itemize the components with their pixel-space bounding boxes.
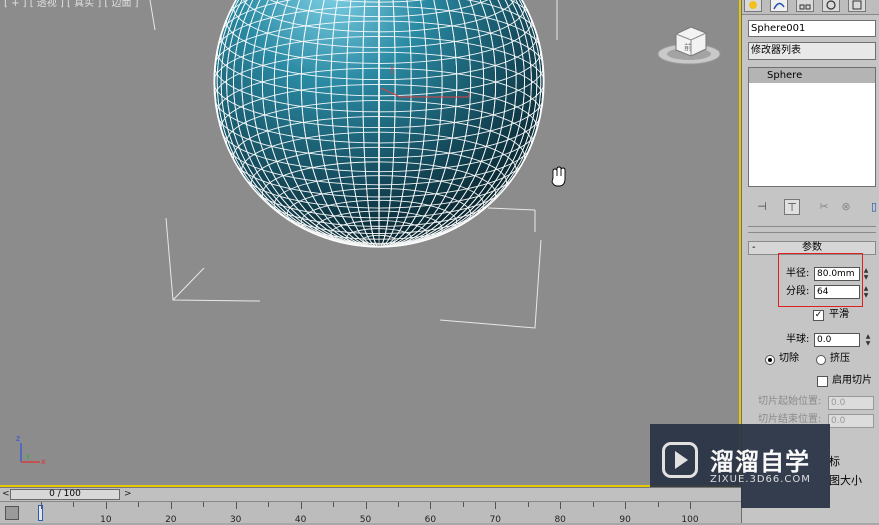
hemisphere-label: 半球: bbox=[786, 334, 810, 345]
chop-label: 切除 bbox=[779, 353, 799, 364]
frame-tick-label: 70 bbox=[489, 515, 502, 525]
frame-tick-label: 100 bbox=[681, 515, 699, 525]
rollout-title: 参数 bbox=[802, 242, 822, 253]
svg-text:z: z bbox=[16, 434, 20, 443]
frame-tick bbox=[527, 502, 529, 507]
panel-divider bbox=[748, 232, 876, 233]
slice-from-input[interactable]: 0.0 bbox=[828, 396, 874, 410]
hemisphere-spinner[interactable]: ▲ ▼ bbox=[864, 333, 872, 347]
hemisphere-input[interactable]: 0.0 bbox=[814, 333, 860, 347]
modifier-list-dropdown[interactable]: 修改器列表 bbox=[748, 42, 876, 60]
make-unique-icon[interactable]: ✂ bbox=[816, 199, 832, 215]
display-tab-icon[interactable] bbox=[848, 0, 866, 12]
frame-tick bbox=[333, 502, 335, 507]
frame-tick bbox=[690, 502, 691, 509]
frame-tick bbox=[365, 502, 367, 509]
frame-tick bbox=[625, 502, 627, 509]
svg-text:x: x bbox=[41, 457, 46, 466]
motion-tab-icon[interactable] bbox=[822, 0, 840, 12]
watermark-title: 溜溜自学 bbox=[710, 448, 810, 476]
rollout-toggle[interactable]: - bbox=[752, 242, 756, 254]
frame-tick-label: 40 bbox=[294, 515, 307, 525]
frame-tick bbox=[560, 502, 562, 509]
frame-tick bbox=[462, 502, 464, 507]
frame-tick-label: 20 bbox=[165, 515, 177, 525]
viewport-scene: 前 z x y bbox=[16, 0, 721, 466]
frame-tick-label: 10 bbox=[100, 515, 112, 525]
command-panel-tabs bbox=[742, 0, 879, 15]
remove-modifier-icon[interactable]: ⊗ bbox=[838, 199, 854, 215]
hierarchy-tab-icon[interactable] bbox=[796, 0, 814, 12]
frame-tick bbox=[73, 502, 75, 507]
svg-text:y: y bbox=[26, 452, 30, 460]
frame-tick-label: 50 bbox=[359, 515, 372, 525]
frame-tick bbox=[300, 502, 302, 509]
squash-radio[interactable] bbox=[816, 355, 826, 365]
smooth-checkbox[interactable]: ✓ bbox=[813, 310, 824, 321]
frame-tick-label: 90 bbox=[619, 515, 631, 525]
xyz-axis-tripod-icon: z x y bbox=[16, 434, 46, 466]
create-tab-icon[interactable] bbox=[744, 0, 762, 12]
frame-tick bbox=[138, 502, 140, 507]
viewcube-icon[interactable]: 前 bbox=[657, 26, 721, 65]
slice-from-label: 切片起始位置: bbox=[758, 396, 822, 407]
modifier-stack-item-sphere[interactable]: Sphere bbox=[749, 68, 875, 83]
frame-tick bbox=[657, 502, 659, 507]
slice-on-checkbox[interactable] bbox=[817, 376, 828, 387]
modify-tab-icon[interactable] bbox=[770, 0, 788, 12]
frame-tick bbox=[592, 502, 594, 507]
segments-input[interactable]: 64 bbox=[814, 285, 860, 299]
key-filter-icon[interactable] bbox=[5, 506, 19, 520]
segments-label: 分段: bbox=[786, 286, 810, 297]
radius-label: 半径: bbox=[786, 268, 810, 279]
frame-tick bbox=[397, 502, 399, 507]
time-slider[interactable]: 0 / 100 bbox=[10, 489, 120, 500]
play-logo-icon bbox=[662, 442, 698, 478]
frame-tick-label: 60 bbox=[424, 515, 437, 525]
watermark-url: ZIXUE.3D66.COM bbox=[710, 474, 811, 485]
panel-divider bbox=[748, 226, 876, 227]
modifier-stack: Sphere bbox=[748, 67, 876, 187]
time-prev-arrow[interactable]: < bbox=[2, 488, 10, 501]
object-name-field[interactable]: Sphere001 bbox=[748, 20, 876, 37]
svg-text:前: 前 bbox=[684, 42, 692, 52]
perspective-viewport[interactable]: [ + ] [ 透视 ] [ 真实 ] [ 边面 ] 前 z x y bbox=[0, 0, 741, 487]
frame-tick bbox=[495, 502, 497, 509]
frame-tick bbox=[105, 502, 107, 509]
pin-stack-icon[interactable]: ⊣ bbox=[754, 199, 770, 215]
slice-to-input[interactable]: 0.0 bbox=[828, 414, 874, 428]
radius-spinner[interactable]: ▲ ▼ bbox=[862, 267, 870, 281]
squash-label: 挤压 bbox=[830, 353, 850, 364]
real-world-map-size-label: 图大小 bbox=[829, 474, 862, 487]
frame-tick bbox=[430, 502, 432, 509]
track-bar[interactable]: 10 20 30 40 50 60 70 80 90 100 bbox=[0, 501, 741, 525]
frame-tick bbox=[41, 502, 42, 509]
frame-tick-label: 30 bbox=[229, 515, 242, 525]
segments-spinner[interactable]: ▲ ▼ bbox=[862, 285, 870, 299]
time-slider-bar: < 0 / 100 > bbox=[0, 487, 741, 501]
frame-tick bbox=[235, 502, 237, 509]
frame-tick-label: 80 bbox=[554, 515, 566, 525]
frame-tick bbox=[203, 502, 205, 507]
sphere-object[interactable] bbox=[213, 0, 545, 248]
smooth-label: 平滑 bbox=[829, 309, 849, 320]
radius-input[interactable]: 80.0mm bbox=[814, 267, 860, 281]
generate-mapping-coords-label: 标 bbox=[829, 455, 840, 468]
time-next-arrow[interactable]: > bbox=[124, 488, 132, 501]
chop-radio[interactable] bbox=[765, 355, 775, 365]
hand-pan-cursor bbox=[551, 166, 566, 187]
configure-sets-icon[interactable]: ▯ bbox=[866, 199, 879, 215]
frame-tick bbox=[170, 502, 172, 509]
show-end-result-icon[interactable]: ⊤ bbox=[784, 199, 800, 215]
frame-tick bbox=[268, 502, 270, 507]
slice-on-label: 启用切片 bbox=[832, 375, 872, 386]
